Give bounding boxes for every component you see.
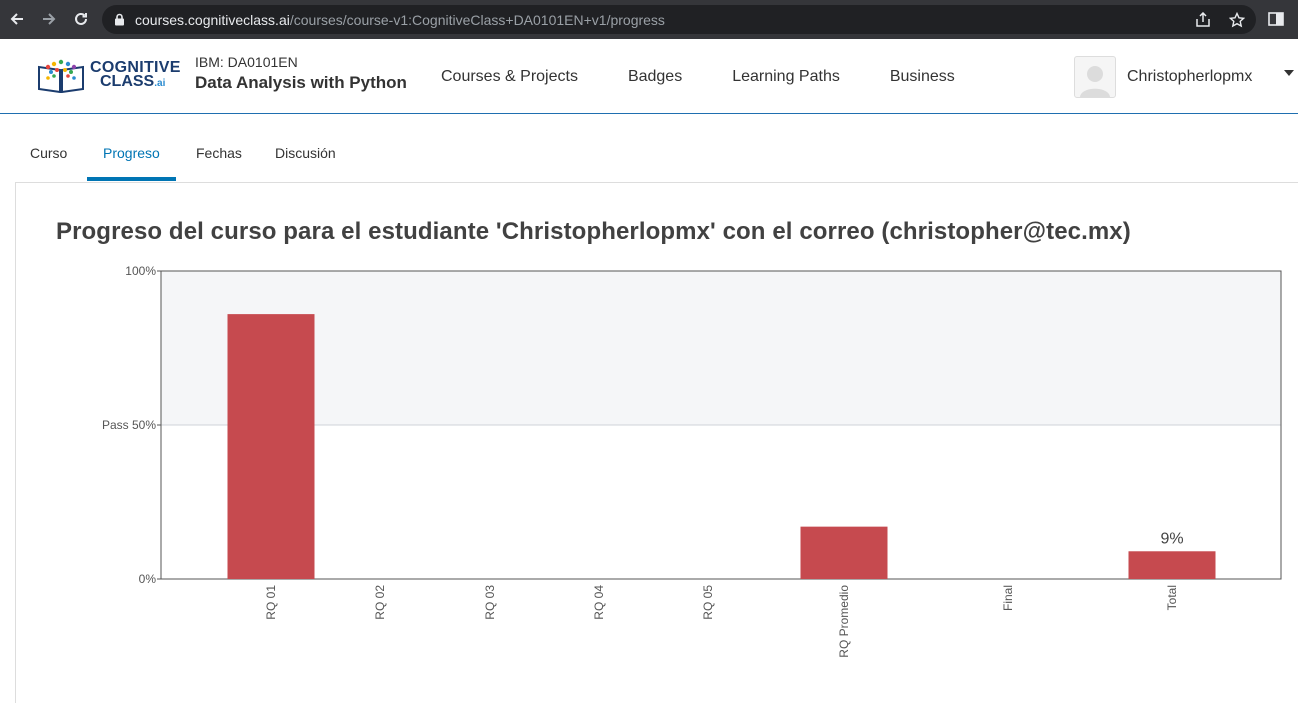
x-tick-label: RQ 03 <box>483 585 497 620</box>
x-tick-label: RQ 01 <box>264 585 278 620</box>
x-tick-label: RQ 02 <box>373 585 387 620</box>
x-tick-label: RQ 04 <box>592 585 606 620</box>
bar-rq-01 <box>227 314 315 579</box>
x-tick-label: RQ 05 <box>701 585 715 620</box>
x-tick-label: Final <box>1001 585 1015 611</box>
progress-bar-chart: 100% Pass 50% 0% RQ 01 RQ 02 RQ 03 RQ 04 RQ 05 R… <box>102 264 1282 658</box>
y-tick-label: 100% <box>125 264 156 278</box>
bar-rq-promedio <box>800 526 888 579</box>
pass-region <box>161 271 1281 425</box>
x-tick-label: RQ Promedio <box>837 585 851 658</box>
x-tick-label: Total <box>1165 585 1179 610</box>
data-label: 9% <box>1160 530 1183 547</box>
y-tick-label: 0% <box>139 572 157 586</box>
y-tick-label: Pass 50% <box>102 418 156 432</box>
bar-total <box>1128 551 1216 579</box>
